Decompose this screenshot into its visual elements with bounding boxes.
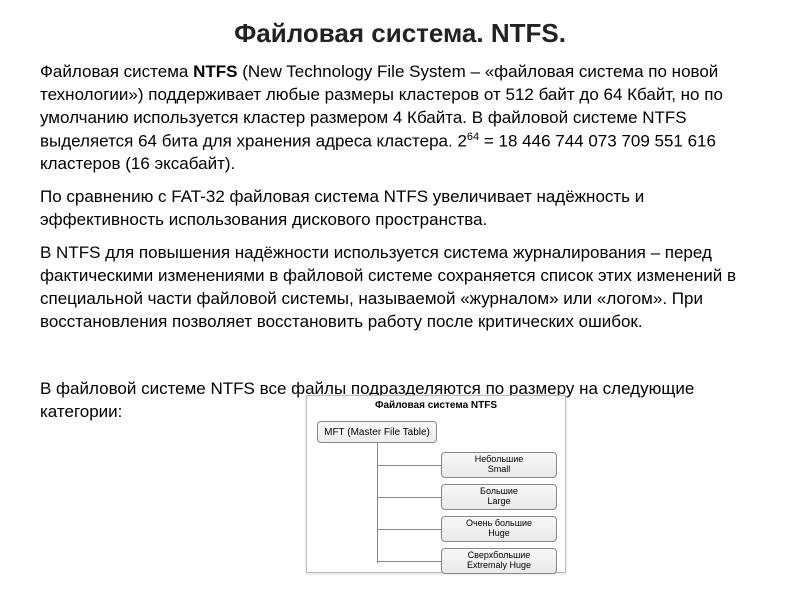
diagram-body: MFT (Master File Table) Небольшие Small …	[313, 415, 559, 565]
paragraph-1: Файловая система NTFS (New Technology Fi…	[40, 61, 760, 176]
tree-trunk	[377, 443, 378, 563]
cat-box-large: Большие Large	[441, 484, 557, 510]
paragraph-2: По сравнению с FAT-32 файловая система N…	[40, 186, 760, 232]
p1-bold: NTFS	[193, 62, 237, 81]
diagram-title: Файловая система NTFS	[313, 400, 559, 411]
cat-box-small: Небольшие Small	[441, 452, 557, 478]
cat-box-huge: Очень большие Huge	[441, 516, 557, 542]
p1-a: Файловая система	[40, 62, 193, 81]
mft-box: MFT (Master File Table)	[317, 421, 437, 443]
paragraph-3: В NTFS для повышения надёжности использу…	[40, 242, 760, 334]
cat-box-extremely-huge: Сверхбольшие Extremaly Huge	[441, 548, 557, 574]
page-title: Файловая система. NTFS.	[40, 18, 760, 49]
cat-en: Huge	[488, 529, 510, 539]
p1-sup: 64	[467, 131, 479, 143]
tree-branch-3	[377, 561, 441, 562]
slide: Файловая система. NTFS. Файловая система…	[0, 0, 800, 600]
tree-branch-2	[377, 529, 441, 530]
ntfs-diagram: Файловая система NTFS MFT (Master File T…	[306, 395, 566, 573]
cat-en: Large	[487, 497, 510, 507]
tree-branch-0	[377, 465, 441, 466]
cat-en: Extremaly Huge	[467, 561, 531, 571]
cat-en: Small	[488, 465, 511, 475]
tree-branch-1	[377, 497, 441, 498]
